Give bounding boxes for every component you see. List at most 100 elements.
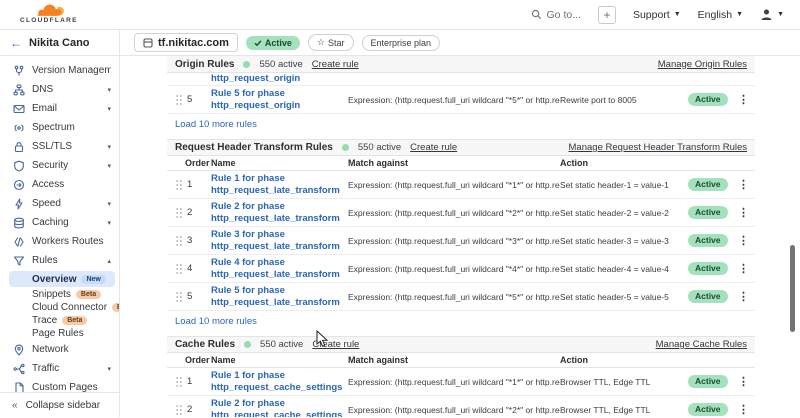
rule-action: Browser TTL, Edge TTL: [560, 405, 688, 415]
new-badge: New: [81, 275, 105, 284]
status-badge: Active: [688, 206, 728, 219]
sidebar-subitem-page-rules[interactable]: Page Rules: [0, 327, 119, 340]
chevron-down-icon: ▾: [107, 86, 111, 94]
star-button[interactable]: ☆ Star: [308, 34, 354, 51]
drag-handle[interactable]: [175, 207, 185, 219]
access-icon: [12, 179, 25, 191]
chevron-down-icon: ▾: [107, 143, 111, 151]
kebab-menu-button[interactable]: ⋮: [732, 375, 755, 388]
account-header: ← Nikita Cano: [0, 30, 119, 56]
column-name: Name: [211, 158, 348, 168]
rule-order: 5: [185, 291, 211, 302]
rule-match-expression: Expression: (http.request.full_uri wildc…: [348, 236, 560, 246]
account-menu[interactable]: ▼: [760, 8, 784, 21]
rule-row: 4 Rule 4 for phasehttp_request_late_tran…: [167, 255, 755, 283]
status-badge: Active: [688, 375, 728, 388]
rule-name-link[interactable]: Rule 2 for phasehttp_request_cache_setti…: [211, 398, 348, 417]
pages-icon: [12, 382, 25, 393]
rule-action: Set static header-4 = value-4: [560, 264, 688, 274]
kebab-menu-button[interactable]: ⋮: [732, 178, 755, 191]
rule-name-link[interactable]: Rule 3 for phasehttp_request_late_transf…: [211, 229, 348, 252]
sidebar-item-traffic[interactable]: Traffic▾: [0, 359, 119, 378]
rule-name-link[interactable]: Rule 5 for phasehttp_request_late_transf…: [211, 285, 348, 308]
sidebar-item-network[interactable]: Network: [0, 340, 119, 359]
collapse-sidebar-button[interactable]: « Collapse sidebar: [0, 392, 119, 417]
app-body: ← Nikita Cano Version Management DNS ▾ Em…: [0, 30, 800, 417]
section-title: Origin Rules: [175, 59, 234, 70]
chevron-down-icon: ▼: [674, 11, 681, 18]
rule-action: Rewrite port to 8005: [560, 95, 688, 105]
language-menu[interactable]: English ▼: [698, 9, 743, 21]
zone-selector[interactable]: tf.nikitac.com: [134, 33, 238, 52]
star-icon: ☆: [317, 37, 325, 48]
kebab-menu-button[interactable]: ⋮: [732, 403, 755, 416]
sidebar-item-custom-pages[interactable]: Custom Pages: [0, 378, 119, 392]
drag-handle[interactable]: [175, 291, 185, 303]
sidebar-item-access[interactable]: Access: [0, 175, 119, 194]
sidebar-item-label: Workers Routes: [32, 236, 104, 247]
zone-status-label: Active: [265, 38, 292, 48]
status-badge: Active: [688, 290, 728, 303]
rule-order: 5: [185, 94, 211, 105]
create-rule-link[interactable]: Create rule: [410, 142, 457, 153]
drag-handle[interactable]: [175, 404, 185, 416]
create-rule-link[interactable]: Create rule: [312, 339, 359, 350]
goto-search[interactable]: Go to...: [531, 9, 581, 21]
sidebar-subitem-overview[interactable]: OverviewNew: [9, 271, 115, 287]
kebab-menu-button[interactable]: ⋮: [732, 93, 755, 106]
kebab-menu-button[interactable]: ⋮: [732, 206, 755, 219]
kebab-menu-button[interactable]: ⋮: [732, 290, 755, 303]
sidebar-item-spectrum[interactable]: Spectrum: [0, 118, 119, 137]
sidebar-nav: Version Management DNS▾ Email▾ Spectrum …: [0, 56, 119, 392]
rule-match-expression: Expression: (http.request.full_uri wildc…: [348, 208, 560, 218]
load-more-rules-link[interactable]: Load 10 more rules: [167, 114, 755, 136]
rules-list: Origin Rules 550 active Create rule Mana…: [167, 56, 755, 417]
global-top-bar: CLOUDFLARE Go to... + Support ▼ English …: [0, 0, 800, 30]
sidebar-subitem-trace[interactable]: TraceBeta: [0, 314, 119, 327]
add-site-button[interactable]: +: [598, 6, 616, 24]
drag-handle[interactable]: [175, 179, 185, 191]
rule-name-link[interactable]: Rule 4 for phasehttp_request_late_transf…: [211, 257, 348, 280]
manage-rules-link[interactable]: Manage Cache Rules: [656, 339, 747, 350]
sidebar-item-version-management[interactable]: Version Management: [0, 61, 119, 80]
rule-name-link[interactable]: Rule 1 for phasehttp_request_cache_setti…: [211, 370, 348, 393]
cloudflare-wordmark: CLOUDFLARE: [20, 18, 78, 25]
sidebar-subitem-label: Cloud Connector: [32, 302, 107, 313]
rule-match-expression: Expression: (http.request.full_uri wildc…: [348, 405, 560, 415]
chevron-down-icon: ▾: [107, 365, 111, 373]
drag-handle[interactable]: [175, 263, 185, 275]
column-action: Action: [560, 355, 688, 365]
sidebar-item-speed[interactable]: Speed▾: [0, 194, 119, 213]
chevron-down-icon: ▾: [107, 162, 111, 170]
sidebar-item-label: DNS: [32, 84, 53, 95]
cloudflare-logo[interactable]: CLOUDFLARE: [20, 4, 78, 25]
manage-rules-link[interactable]: Manage Origin Rules: [658, 59, 747, 70]
sidebar-item-security[interactable]: Security▾: [0, 156, 119, 175]
support-menu[interactable]: Support ▼: [633, 9, 681, 21]
drag-handle[interactable]: [175, 235, 185, 247]
sidebar-item-caching[interactable]: Caching▾: [0, 213, 119, 232]
rule-match-expression: Expression: (http.request.full_uri wildc…: [348, 95, 560, 105]
create-rule-link[interactable]: Create rule: [312, 59, 359, 70]
sidebar-item-dns[interactable]: DNS ▾: [0, 80, 119, 99]
load-more-rules-link[interactable]: Load 10 more rules: [167, 311, 755, 333]
sidebar-item-email[interactable]: Email▾: [0, 99, 119, 118]
rule-row: 1 Rule 1 for phasehttp_request_cache_set…: [167, 368, 755, 396]
manage-rules-link[interactable]: Manage Request Header Transform Rules: [569, 142, 747, 153]
sidebar: ← Nikita Cano Version Management DNS ▾ Em…: [0, 30, 120, 417]
sidebar-subitem-cloud-connector[interactable]: Cloud ConnectorBeta: [0, 301, 119, 314]
kebab-menu-button[interactable]: ⋮: [732, 262, 755, 275]
sidebar-item-workers-routes[interactable]: Workers Routes: [0, 232, 119, 251]
sidebar-item-rules[interactable]: Rules▴: [0, 251, 119, 270]
rule-name-link[interactable]: Rule 5 for phasehttp_request_origin: [211, 88, 348, 111]
rule-name-link[interactable]: Rule 2 for phasehttp_request_late_transf…: [211, 201, 348, 224]
drag-handle[interactable]: [175, 94, 185, 106]
active-dot-icon: [243, 61, 250, 68]
scrollbar-thumb[interactable]: [790, 245, 795, 332]
rule-name-link[interactable]: Rule 1 for phasehttp_request_late_transf…: [211, 173, 348, 196]
sidebar-item-ssl-tls[interactable]: SSL/TLS▾: [0, 137, 119, 156]
back-arrow-icon[interactable]: ←: [10, 36, 22, 50]
drag-handle[interactable]: [175, 376, 185, 388]
sidebar-subitem-snippets[interactable]: SnippetsBeta: [0, 288, 119, 301]
kebab-menu-button[interactable]: ⋮: [732, 234, 755, 247]
